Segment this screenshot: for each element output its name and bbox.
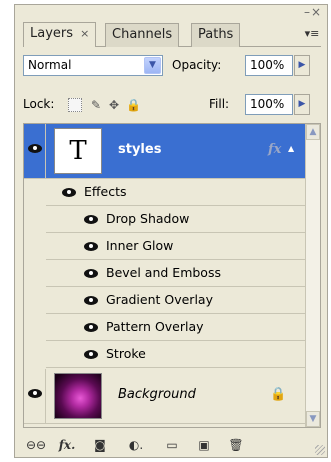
fill-label: Fill:: [209, 97, 230, 111]
adjustment-icon[interactable]: ◐.: [125, 435, 147, 455]
effect-label: Gradient Overlay: [106, 292, 213, 307]
eye-icon[interactable]: [27, 144, 42, 153]
tab-close-icon[interactable]: ×: [80, 27, 89, 40]
link-icon[interactable]: ⊖⊖: [25, 435, 47, 455]
lock-label: Lock:: [23, 97, 55, 111]
padlock-icon: 🔒: [270, 387, 287, 402]
eye-icon[interactable]: [27, 389, 42, 398]
resize-grip[interactable]: [315, 445, 325, 455]
visibility-toggle[interactable]: [24, 124, 46, 178]
opacity-field[interactable]: 100%: [245, 55, 293, 76]
effect-label: Drop Shadow: [106, 211, 190, 226]
tab-paths-label: Paths: [198, 27, 234, 42]
effect-row[interactable]: Gradient Overlay: [46, 287, 306, 314]
fill-slider-button[interactable]: ▶: [294, 94, 310, 115]
layer-name[interactable]: Background: [118, 387, 196, 402]
tab-paths[interactable]: Paths: [191, 23, 241, 47]
fx-icon: fx: [268, 142, 282, 157]
panel-tabs: Layers × Channels Paths ▾≡: [23, 21, 321, 47]
type-layer-thumbnail: T: [54, 128, 102, 174]
minimize-icon[interactable]: –: [304, 5, 310, 19]
opacity-label: Opacity:: [172, 58, 222, 72]
panel-menu-icon[interactable]: ▾≡: [303, 27, 321, 43]
lock-transparent-icon[interactable]: [68, 98, 82, 112]
layers-panel: – × Layers × Channels Paths ▾≡ Normal ▼ …: [14, 4, 328, 458]
effect-label: Bevel and Emboss: [106, 265, 221, 280]
padlock-icon[interactable]: 🔒: [126, 98, 141, 112]
effect-row[interactable]: Pattern Overlay: [46, 314, 306, 341]
effects-header-label: Effects: [84, 184, 127, 199]
scroll-down-icon[interactable]: ▼: [306, 411, 320, 427]
collapse-effects-icon[interactable]: ▲: [288, 144, 294, 153]
eye-icon[interactable]: [84, 215, 98, 224]
background-thumbnail: [54, 373, 102, 419]
effect-row[interactable]: Drop Shadow: [46, 206, 306, 233]
close-icon[interactable]: ×: [311, 5, 321, 19]
layers-toolbar: ⊖⊖ fx. ◙ ◐. ▭ ▣ 🗑: [23, 435, 321, 455]
eye-icon[interactable]: [84, 323, 98, 332]
tab-layers-label: Layers: [30, 26, 74, 41]
tab-layers[interactable]: Layers ×: [23, 22, 97, 47]
vertical-scrollbar[interactable]: ▲ ▼: [305, 124, 320, 427]
eye-icon[interactable]: [84, 242, 98, 251]
tab-channels-label: Channels: [112, 27, 173, 42]
layers-list: T styles fx ▲ Effects Drop Shadow Inner …: [23, 123, 321, 428]
fill-field[interactable]: 100%: [245, 94, 293, 115]
effect-label: Inner Glow: [106, 238, 174, 253]
chevron-down-icon[interactable]: ▼: [144, 57, 161, 74]
fx-icon[interactable]: fx.: [55, 435, 79, 455]
eye-icon[interactable]: [84, 296, 98, 305]
new-layer-icon[interactable]: ▣: [195, 435, 213, 455]
blend-mode-select[interactable]: Normal ▼: [23, 55, 163, 76]
effect-row[interactable]: Bevel and Emboss: [46, 260, 306, 287]
brush-icon[interactable]: ✎: [89, 98, 103, 112]
effect-label: Stroke: [106, 346, 146, 361]
folder-icon[interactable]: ▭: [163, 435, 181, 455]
eye-icon[interactable]: [62, 188, 76, 197]
opacity-slider-button[interactable]: ▶: [294, 55, 310, 76]
eye-icon[interactable]: [84, 350, 98, 359]
trash-icon[interactable]: 🗑: [227, 435, 245, 455]
tab-channels[interactable]: Channels: [105, 23, 180, 47]
scroll-up-icon[interactable]: ▲: [306, 124, 320, 140]
effect-row[interactable]: Stroke: [46, 341, 306, 368]
layer-name[interactable]: styles: [118, 142, 161, 157]
eye-icon[interactable]: [84, 269, 98, 278]
mask-icon[interactable]: ◙: [91, 435, 109, 455]
visibility-toggle[interactable]: [24, 369, 46, 423]
effects-header-row[interactable]: Effects: [46, 179, 306, 206]
effect-row[interactable]: Inner Glow: [46, 233, 306, 260]
blend-mode-value: Normal: [28, 58, 72, 72]
effect-label: Pattern Overlay: [106, 319, 204, 334]
layer-row-background[interactable]: Background 🔒: [24, 369, 306, 424]
move-icon[interactable]: ✥: [107, 98, 121, 112]
layer-row-styles[interactable]: T styles fx ▲: [24, 124, 306, 179]
